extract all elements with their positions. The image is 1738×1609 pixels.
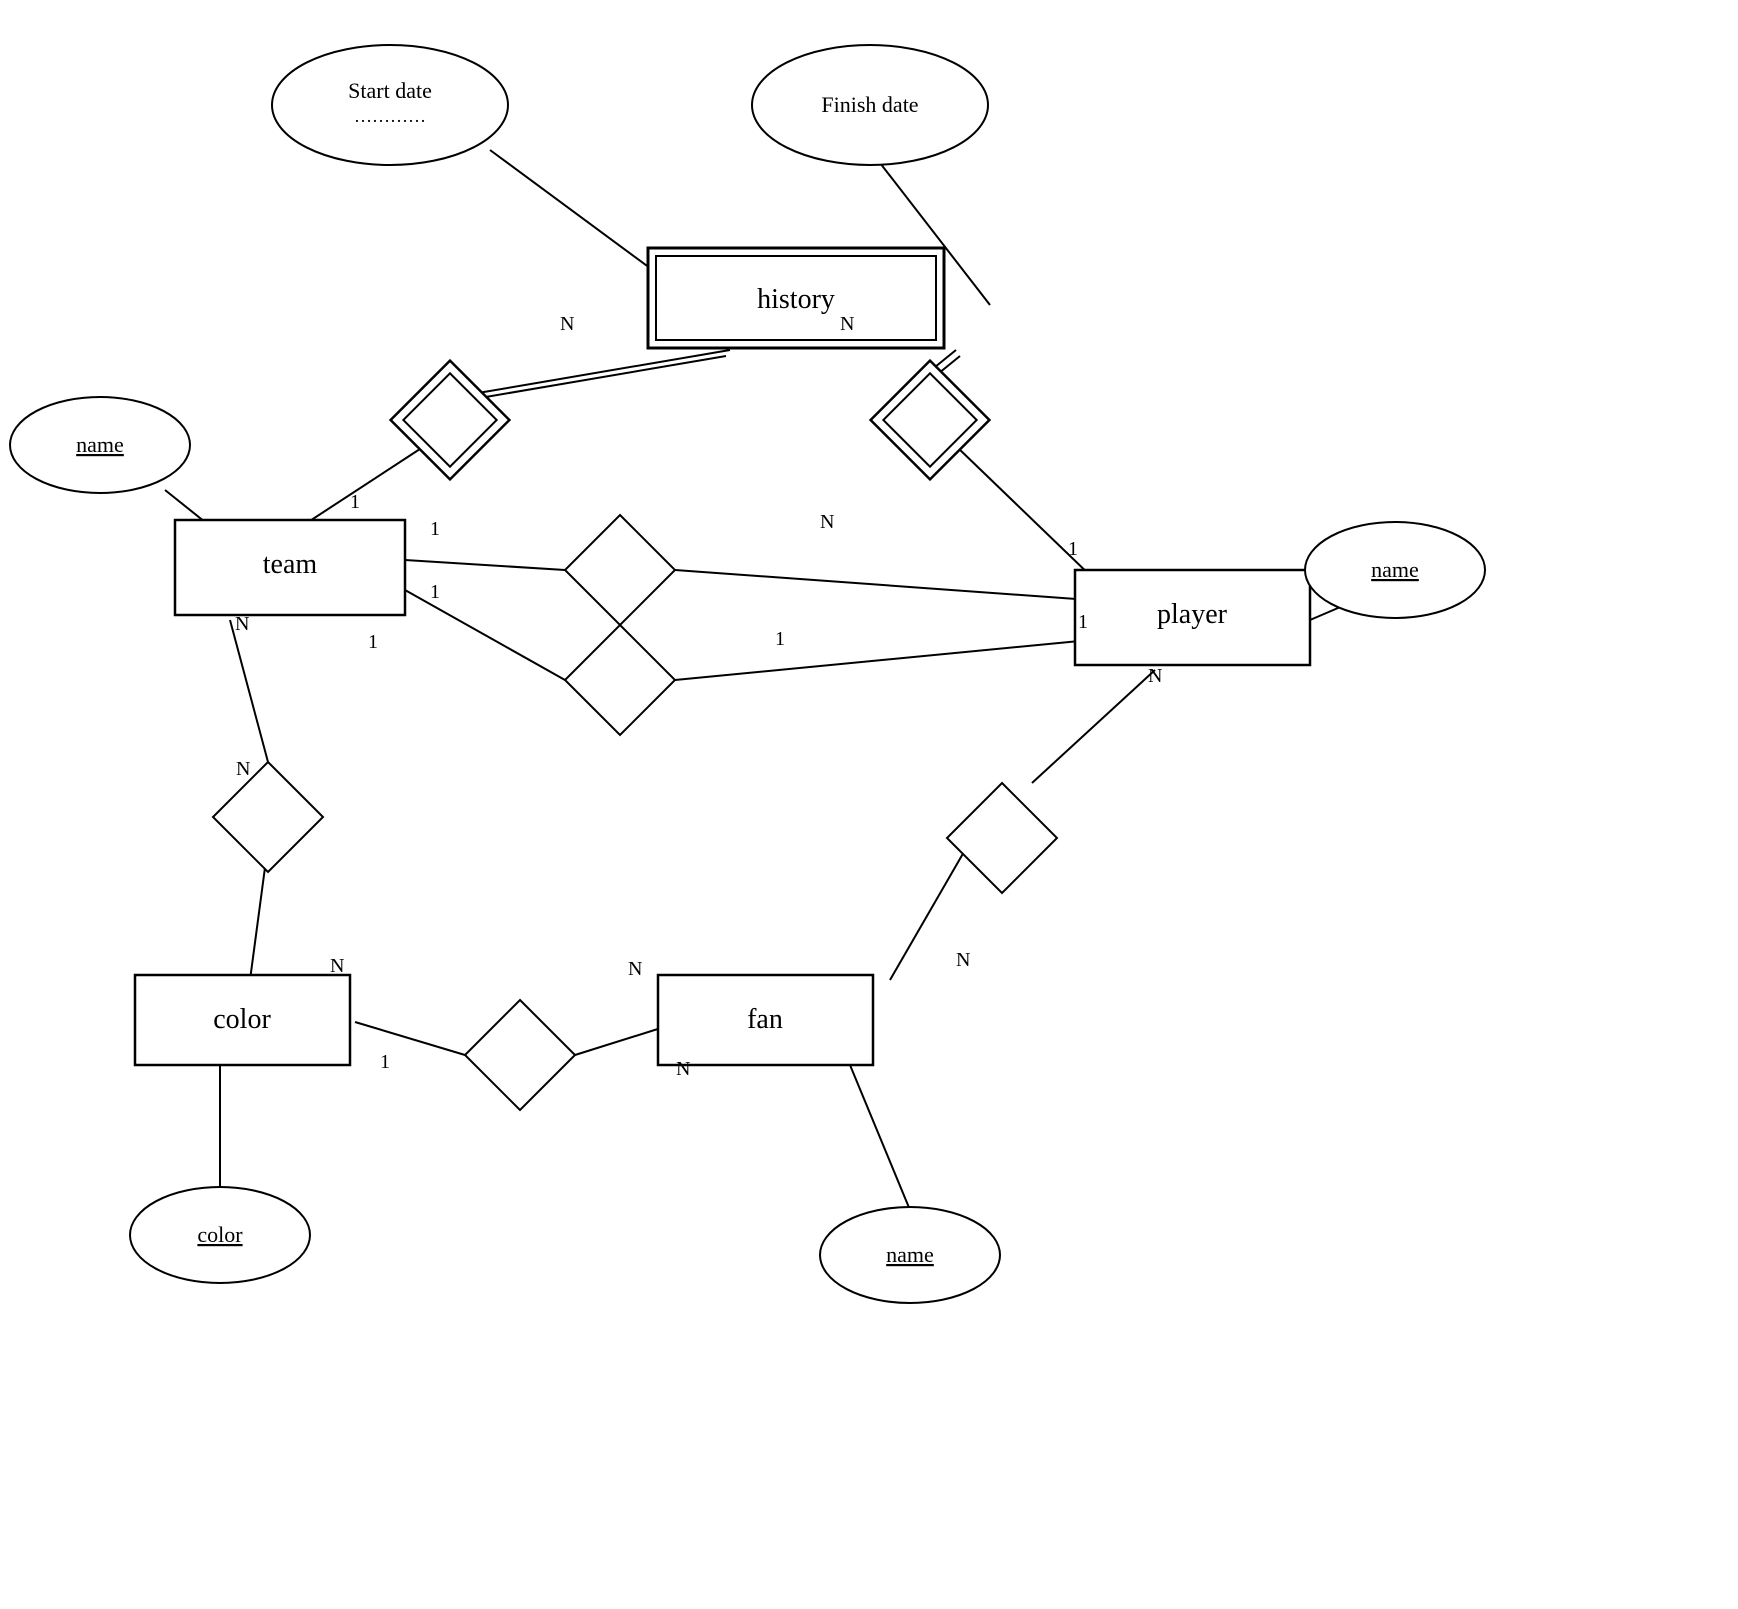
attr-finish-date: Finish date	[752, 45, 988, 165]
entity-color: color	[135, 975, 350, 1065]
attr-team-name-label: name	[76, 432, 124, 457]
attr-player-name-label: name	[1371, 557, 1419, 582]
attr-color: color	[130, 1187, 310, 1283]
card-player-1a: 1	[1068, 538, 1078, 560]
entity-history-label: history	[757, 284, 835, 315]
attr-start-date-label: Start date	[348, 78, 432, 103]
card-fan-n-right: N	[956, 949, 970, 971]
card-team-n: N	[235, 613, 249, 635]
attr-fan-name-label: name	[886, 1242, 934, 1267]
card-rel2-1: 1	[775, 628, 785, 650]
card-history-left-n: N	[560, 313, 574, 335]
card-rel3-1: 1	[368, 631, 378, 653]
card-team-1a: 1	[350, 491, 360, 513]
card-fan-n-left-top: N	[628, 958, 642, 980]
card-fan-n-left-bot: N	[676, 1058, 690, 1080]
attr-team-name: name	[10, 397, 190, 493]
attr-player-name: name	[1305, 522, 1485, 618]
card-history-right-n: N	[840, 313, 854, 335]
svg-text:…………: …………	[354, 106, 426, 126]
entity-player: player	[1075, 570, 1310, 665]
card-rel1-n: N	[820, 511, 834, 533]
card-rel1-1b: 1	[430, 581, 440, 603]
er-diagram: history team player color fan Start date…	[0, 0, 1738, 1604]
entity-team-label: team	[263, 549, 318, 580]
card-player-n: N	[1148, 665, 1162, 687]
attr-fan-name: name	[820, 1207, 1000, 1303]
attr-finish-date-label: Finish date	[821, 92, 918, 117]
card-color-n-bot: N	[330, 955, 344, 977]
entity-team: team	[175, 520, 405, 615]
entity-color-label: color	[213, 1004, 271, 1035]
card-rel1-1: 1	[430, 518, 440, 540]
attr-start-date: Start date …………	[272, 45, 508, 165]
card-color-n-top: N	[236, 758, 250, 780]
entity-player-label: player	[1157, 599, 1228, 630]
entity-history: history	[648, 248, 944, 348]
entity-fan-label: fan	[747, 1004, 783, 1035]
card-player-1b: 1	[1078, 611, 1088, 633]
entity-fan: fan	[658, 975, 873, 1065]
attr-color-label: color	[197, 1222, 243, 1247]
card-color-1: 1	[380, 1051, 390, 1073]
